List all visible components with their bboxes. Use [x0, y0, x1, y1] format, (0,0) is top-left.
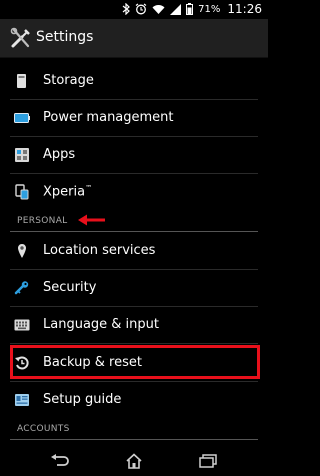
- setting-security[interactable]: Security: [0, 270, 268, 306]
- setting-label: Language & input: [43, 317, 159, 332]
- setting-label: Backup & reset: [43, 355, 142, 370]
- section-label: PERSONAL: [17, 216, 68, 226]
- setting-label: Apps: [43, 147, 76, 162]
- annotation-arrow-icon: [78, 214, 105, 226]
- xperia-icon: [15, 184, 29, 200]
- setup-guide-icon: [15, 394, 29, 406]
- setting-power-management[interactable]: Power management: [0, 100, 268, 136]
- setting-label: Setup guide: [43, 392, 122, 407]
- setting-label: Power management: [43, 110, 174, 125]
- security-icon: [14, 281, 29, 295]
- recent-apps-icon: [199, 454, 217, 468]
- backup-reset-icon: [15, 356, 29, 370]
- section-label: ACCOUNTS: [17, 424, 70, 434]
- bluetooth-icon: [122, 3, 131, 15]
- keyboard-icon: [14, 319, 30, 331]
- tools-icon[interactable]: [10, 27, 32, 49]
- setting-label: Storage: [43, 73, 94, 88]
- back-button[interactable]: [45, 451, 75, 471]
- section-divider: [10, 439, 258, 440]
- home-button[interactable]: [119, 451, 149, 471]
- battery-icon: [186, 3, 194, 15]
- section-header-accounts: ACCOUNTS: [0, 418, 268, 440]
- setting-xperia[interactable]: Xperia™: [0, 174, 268, 210]
- battery-percent: 71%: [198, 3, 221, 15]
- setting-location-services[interactable]: Location services: [0, 233, 268, 269]
- setting-storage[interactable]: Storage: [0, 63, 268, 99]
- setting-setup-guide[interactable]: Setup guide: [0, 382, 268, 418]
- setting-apps[interactable]: Apps: [0, 137, 268, 173]
- battery-icon: [14, 113, 30, 123]
- page-title: Settings: [36, 29, 94, 45]
- alarm-icon: [135, 3, 147, 15]
- wifi-icon: [152, 4, 165, 14]
- divider: [10, 343, 258, 344]
- section-divider: [10, 231, 258, 232]
- home-icon: [126, 453, 142, 469]
- clock: 11:26: [227, 2, 262, 16]
- setting-label: Xperia™: [43, 184, 93, 200]
- setting-backup-reset[interactable]: Backup & reset: [0, 345, 268, 381]
- recent-apps-button[interactable]: [193, 451, 223, 471]
- apps-icon: [15, 148, 29, 162]
- setting-label: Security: [43, 280, 97, 295]
- storage-icon: [17, 74, 26, 88]
- signal-icon: [170, 3, 182, 15]
- setting-label: Location services: [43, 243, 156, 258]
- setting-language-input[interactable]: Language & input: [0, 307, 268, 343]
- location-pin-icon: [18, 244, 26, 258]
- action-bar: Settings: [0, 19, 268, 58]
- navigation-bar: [0, 446, 268, 476]
- back-icon: [51, 454, 69, 466]
- section-header-personal: PERSONAL: [0, 210, 268, 232]
- status-bar: 71% 11:26: [0, 0, 268, 19]
